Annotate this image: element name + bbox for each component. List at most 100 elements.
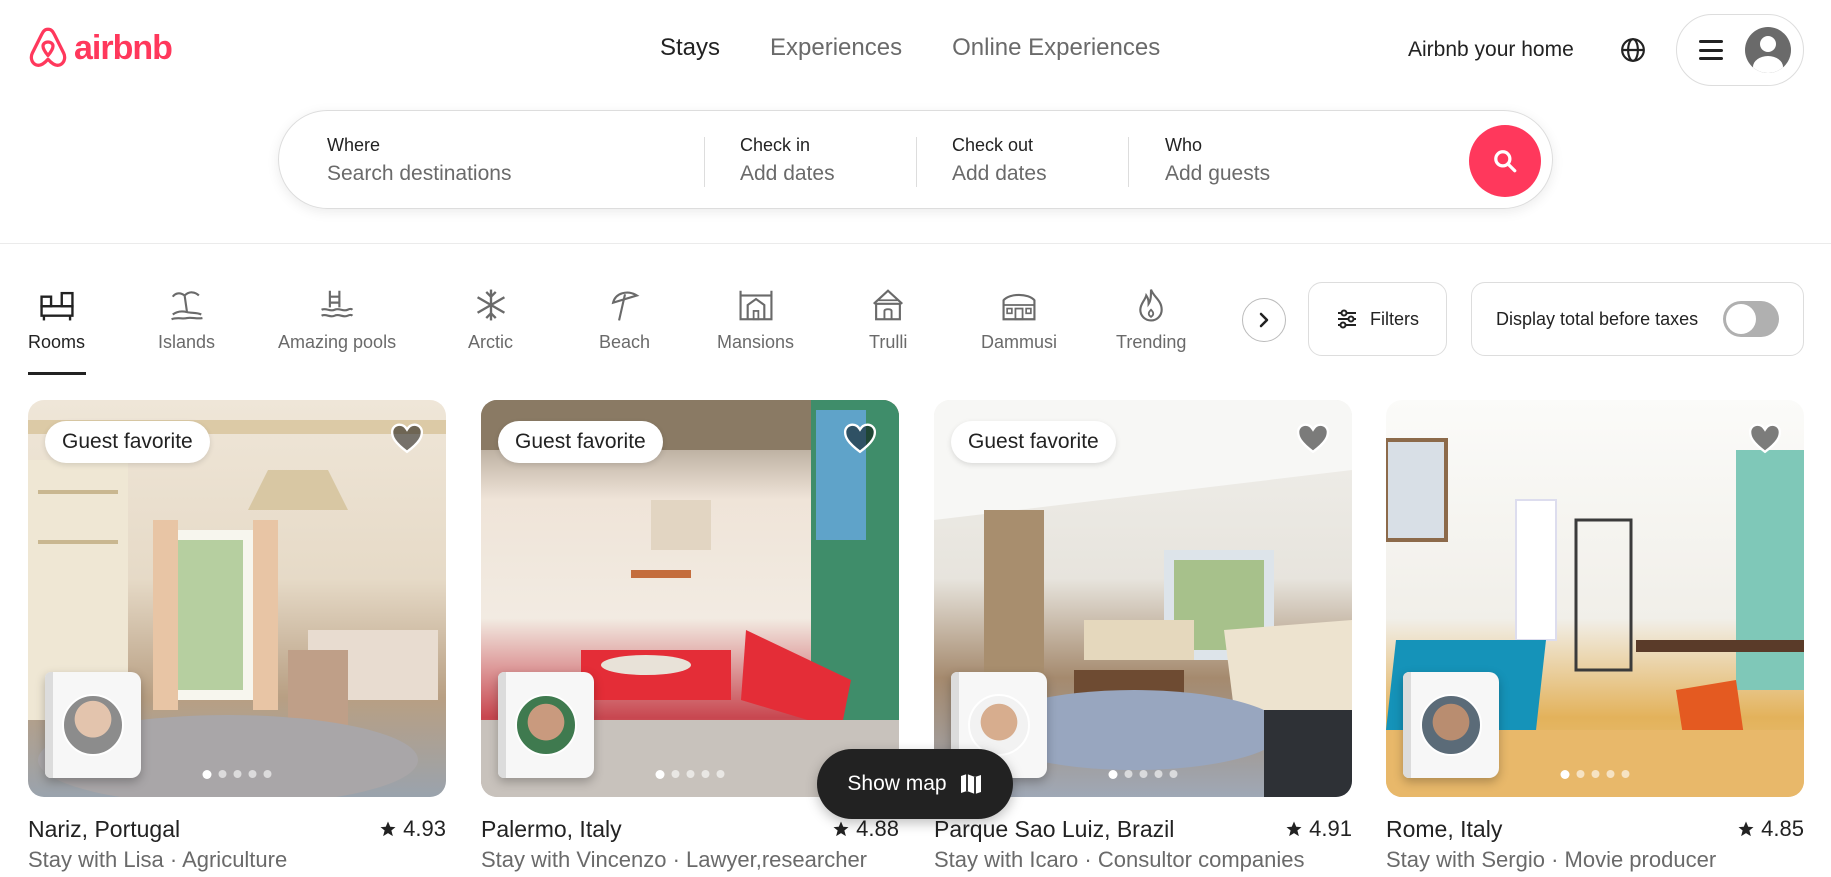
star-icon [1286, 821, 1302, 837]
category-label: Trending [1116, 332, 1187, 352]
checkout-input[interactable]: Add dates [952, 162, 1047, 186]
category-arctic[interactable]: Arctic [468, 286, 513, 353]
listing-rating: 4.85 [1737, 816, 1804, 842]
star-icon [380, 821, 396, 837]
listing-card[interactable]: Guest favorite Palermo, Italy 4.88 Stay … [481, 400, 899, 872]
rating-value: 4.91 [1309, 816, 1352, 841]
photo-pagination-dots [1560, 770, 1630, 779]
airbnb-your-home-link[interactable]: Airbnb your home [1408, 38, 1574, 62]
listing-card[interactable]: Rome, Italy 4.85 Stay with Sergio · Movi… [1386, 400, 1804, 872]
checkin-field[interactable]: Check in Add dates [740, 135, 835, 186]
airbnb-logo-icon [29, 27, 67, 67]
checkin-input[interactable]: Add dates [740, 162, 835, 186]
who-input[interactable]: Add guests [1165, 162, 1270, 186]
user-menu-button[interactable] [1676, 14, 1804, 86]
sliders-icon [1338, 309, 1356, 329]
heart-icon[interactable] [1296, 422, 1330, 454]
host-card [498, 672, 594, 778]
filters-button[interactable]: Filters [1308, 282, 1447, 356]
category-label: Rooms [28, 332, 86, 352]
display-total-toggle[interactable] [1723, 301, 1779, 337]
listing-photo[interactable]: Guest favorite [28, 400, 446, 797]
show-map-label: Show map [847, 772, 947, 795]
category-dammusi[interactable]: Dammusi [981, 286, 1057, 353]
hamburger-icon [1699, 40, 1723, 60]
where-field[interactable]: Where Search destinations [327, 135, 511, 186]
search-icon [1494, 150, 1517, 173]
who-label: Who [1165, 135, 1203, 155]
category-trending[interactable]: Trending [1116, 286, 1186, 353]
flame-icon [1139, 289, 1163, 322]
category-label: Dammusi [981, 332, 1058, 352]
guest-favorite-badge: Guest favorite [45, 421, 210, 463]
main-nav: Stays Experiences Online Experiences [660, 34, 1160, 62]
island-icon [170, 291, 203, 321]
active-category-indicator [28, 372, 86, 375]
guest-favorite-badge: Guest favorite [951, 421, 1116, 463]
listing-subtitle: Stay with Lisa · Agriculture [28, 847, 288, 872]
category-rooms[interactable]: Rooms [28, 286, 85, 353]
umbrella-icon [611, 291, 639, 321]
where-input[interactable]: Search destinations [327, 162, 511, 186]
listing-subtitle: Stay with Vincenzo · Lawyer,researcher [481, 847, 867, 872]
category-label: Beach [599, 332, 651, 352]
host-avatar [62, 694, 124, 756]
snowflake-icon [476, 289, 505, 321]
show-map-button[interactable]: Show map [817, 749, 1013, 819]
listing-photo[interactable] [1386, 400, 1804, 797]
listing-title: Parque Sao Luiz, Brazil [934, 816, 1175, 842]
display-total-label: Display total before taxes [1496, 308, 1699, 329]
display-total-toggle-row[interactable]: Display total before taxes [1471, 282, 1804, 356]
host-card [45, 672, 141, 778]
star-icon [833, 821, 849, 837]
search-button[interactable] [1469, 125, 1541, 197]
heart-icon[interactable] [390, 422, 424, 454]
host-avatar [1420, 694, 1482, 756]
category-amazing-pools[interactable]: Amazing pools [278, 286, 396, 353]
checkin-label: Check in [740, 135, 811, 155]
category-label: Mansions [717, 332, 795, 352]
host-avatar [515, 694, 577, 756]
tab-online-experiences[interactable]: Online Experiences [952, 34, 1160, 62]
listing-card[interactable]: Guest favorite Nariz, Portugal 4.93 Stay… [28, 400, 446, 872]
category-label: Arctic [468, 332, 513, 352]
airbnb-logo[interactable]: airbnb [28, 26, 173, 70]
listing-title: Palermo, Italy [481, 816, 622, 842]
category-label: Trulli [869, 332, 908, 352]
brand-name: airbnb [74, 28, 173, 67]
tab-stays[interactable]: Stays [660, 34, 720, 62]
dammusi-icon [1002, 293, 1036, 321]
guest-favorite-badge: Guest favorite [498, 421, 663, 463]
host-card [1403, 672, 1499, 778]
chevron-right-icon [1259, 312, 1269, 328]
category-label: Amazing pools [278, 332, 397, 352]
listing-photo[interactable]: Guest favorite [481, 400, 899, 797]
where-label: Where [327, 135, 381, 155]
globe-icon[interactable] [1620, 37, 1646, 63]
checkout-label: Check out [952, 135, 1034, 155]
search-divider [1128, 137, 1129, 187]
who-field[interactable]: Who Add guests [1165, 135, 1270, 186]
heart-icon[interactable] [1748, 422, 1782, 454]
map-icon [960, 774, 981, 794]
checkout-field[interactable]: Check out Add dates [952, 135, 1047, 186]
tab-experiences[interactable]: Experiences [770, 34, 902, 62]
trulli-icon [873, 289, 904, 321]
header: airbnb Stays Experiences Online Experien… [0, 0, 1831, 244]
heart-icon[interactable] [843, 422, 877, 454]
listing-rating: 4.93 [379, 816, 446, 842]
mansion-icon [739, 290, 773, 321]
category-islands[interactable]: Islands [158, 286, 215, 353]
listing-rating: 4.91 [1285, 816, 1352, 842]
category-trulli[interactable]: Trulli [869, 286, 907, 353]
pool-icon [321, 290, 354, 318]
listing-card[interactable]: Guest favorite Parque Sao Luiz, Brazil 4… [934, 400, 1352, 872]
category-beach[interactable]: Beach [599, 286, 650, 353]
search-bar: Where Search destinations Check in Add d… [278, 110, 1553, 209]
listing-photo[interactable]: Guest favorite [934, 400, 1352, 797]
listing-title: Rome, Italy [1386, 816, 1503, 842]
category-mansions[interactable]: Mansions [717, 286, 794, 353]
category-next-button[interactable] [1242, 298, 1286, 342]
rating-value: 4.85 [1761, 816, 1804, 841]
bed-icon [39, 291, 74, 321]
